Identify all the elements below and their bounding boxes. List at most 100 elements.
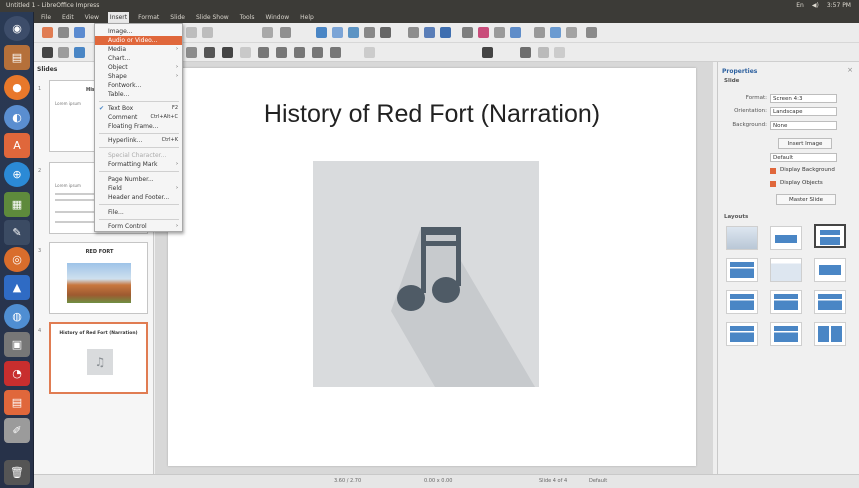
menu-insert[interactable]: Insert: [107, 12, 130, 23]
layout-title-only[interactable]: [770, 258, 802, 282]
sound-indicator[interactable]: ◀): [812, 0, 819, 12]
text-editor-icon[interactable]: ✐: [4, 418, 30, 443]
menu-item-file[interactable]: File...: [95, 208, 182, 217]
shapes-icon[interactable]: [534, 27, 545, 38]
shadow-icon[interactable]: [538, 47, 549, 58]
special-char-icon[interactable]: [478, 27, 489, 38]
symbol-shapes-icon[interactable]: [240, 47, 251, 58]
firefox-icon[interactable]: ●: [4, 75, 30, 100]
master-select[interactable]: Default: [770, 153, 837, 162]
browser-icon[interactable]: ◐: [4, 105, 30, 130]
text-tool-icon[interactable]: [74, 47, 85, 58]
new-icon[interactable]: [42, 27, 53, 38]
menu-edit[interactable]: Edit: [60, 12, 76, 23]
block-arrows-icon[interactable]: [258, 47, 269, 58]
orientation-select[interactable]: Landscape: [770, 107, 837, 116]
text-icon[interactable]: [462, 27, 473, 38]
slide-title[interactable]: History of Red Fort (Narration): [168, 100, 696, 129]
align-icon[interactable]: [482, 47, 493, 58]
vlc-icon[interactable]: ▲: [4, 275, 30, 300]
master-slide-button[interactable]: Master Slide: [776, 194, 836, 205]
save-icon[interactable]: [74, 27, 85, 38]
arrange-icon[interactable]: [520, 47, 531, 58]
display-objects-checkbox[interactable]: [770, 181, 776, 187]
audio-media-object[interactable]: [313, 161, 539, 387]
menu-item-header-footer[interactable]: Header and Footer...: [95, 193, 182, 202]
spelling-icon[interactable]: [280, 27, 291, 38]
table-icon[interactable]: [316, 27, 327, 38]
image-icon[interactable]: [332, 27, 343, 38]
keyboard-indicator[interactable]: En: [796, 0, 804, 12]
layout-title-two-content[interactable]: [726, 258, 758, 282]
menu-item-text-box[interactable]: ✔ Text Box F2: [95, 104, 182, 113]
camera-icon[interactable]: ▣: [4, 332, 30, 357]
menu-file[interactable]: File: [39, 12, 53, 23]
clock[interactable]: 3:57 PM: [827, 0, 851, 12]
software-center-icon[interactable]: A: [4, 133, 30, 158]
layout-four-content[interactable]: [726, 322, 758, 346]
menu-item-comment[interactable]: Comment Ctrl+Alt+C: [95, 113, 182, 122]
callout-tool-icon[interactable]: [294, 47, 305, 58]
slide-icon[interactable]: [424, 27, 435, 38]
menu-item-audio-video[interactable]: Audio or Video...: [95, 36, 182, 45]
display-background-checkbox[interactable]: [770, 168, 776, 174]
layout-blank[interactable]: [726, 226, 758, 250]
format-select[interactable]: Screen 4:3: [770, 94, 837, 103]
flowchart-tool-icon[interactable]: [276, 47, 287, 58]
menu-item-hyperlink[interactable]: Hyperlink... Ctrl+K: [95, 136, 182, 145]
menu-slide-show[interactable]: Slide Show: [194, 12, 231, 23]
presentation-icon[interactable]: ▤: [4, 390, 30, 415]
network-icon[interactable]: ⊕: [4, 162, 30, 187]
menu-view[interactable]: View: [83, 12, 101, 23]
tools-icon[interactable]: ✎: [4, 220, 30, 245]
background-select[interactable]: None: [770, 121, 837, 130]
menu-item-image[interactable]: Image...: [95, 27, 182, 36]
trash-icon[interactable]: 🗑: [4, 460, 30, 485]
flowchart-icon[interactable]: [550, 27, 561, 38]
menu-item-field[interactable]: Field ›: [95, 184, 182, 193]
layout-six-content[interactable]: [814, 322, 846, 346]
impress-icon[interactable]: ▦: [4, 192, 30, 217]
open-icon[interactable]: [58, 27, 69, 38]
menu-item-object[interactable]: Object ›: [95, 63, 182, 72]
files-icon[interactable]: ▤: [4, 45, 30, 70]
menu-item-page-number[interactable]: Page Number...: [95, 175, 182, 184]
curve-icon[interactable]: [510, 27, 521, 38]
menu-help[interactable]: Help: [298, 12, 316, 23]
layout-title-slide[interactable]: [770, 226, 802, 250]
textbox-icon[interactable]: [364, 27, 375, 38]
slide-thumbnail-3[interactable]: RED FORT: [49, 242, 148, 314]
lines-icon[interactable]: [494, 27, 505, 38]
star-tool-icon[interactable]: [312, 47, 323, 58]
globe-icon[interactable]: ◍: [4, 304, 30, 329]
arrow-tool-icon[interactable]: [204, 47, 215, 58]
rotate-icon[interactable]: [364, 47, 375, 58]
media-player-icon[interactable]: ◎: [4, 247, 30, 272]
menu-item-fontwork[interactable]: Fontwork...: [95, 81, 182, 90]
line-tool-icon[interactable]: [186, 47, 197, 58]
stars-icon[interactable]: [586, 27, 597, 38]
close-icon[interactable]: ×: [847, 66, 853, 74]
menu-item-shape[interactable]: Shape ›: [95, 72, 182, 81]
menu-tools[interactable]: Tools: [238, 12, 257, 23]
select-icon[interactable]: [42, 47, 53, 58]
find-icon[interactable]: [262, 27, 273, 38]
menu-item-form-control[interactable]: Form Control ›: [95, 222, 182, 231]
callouts-icon[interactable]: [566, 27, 577, 38]
layout-two-content-2[interactable]: [726, 290, 758, 314]
undo-icon[interactable]: [186, 27, 197, 38]
slide-thumbnail-4[interactable]: History of Red Fort (Narration) ♫: [49, 322, 148, 394]
menu-item-table[interactable]: Table...: [95, 90, 182, 99]
dash-icon[interactable]: ◉: [4, 16, 30, 41]
layout-two-content-over[interactable]: [814, 290, 846, 314]
basic-shapes-icon[interactable]: [222, 47, 233, 58]
chart-icon[interactable]: [348, 27, 359, 38]
menu-slide[interactable]: Slide: [168, 12, 187, 23]
layout-centered-text[interactable]: [814, 258, 846, 282]
zoom-icon[interactable]: [58, 47, 69, 58]
menu-format[interactable]: Format: [136, 12, 161, 23]
recorder-icon[interactable]: ◔: [4, 361, 30, 386]
hyperlink-icon[interactable]: [408, 27, 419, 38]
redo-icon[interactable]: [202, 27, 213, 38]
layout-four-content-2[interactable]: [770, 322, 802, 346]
